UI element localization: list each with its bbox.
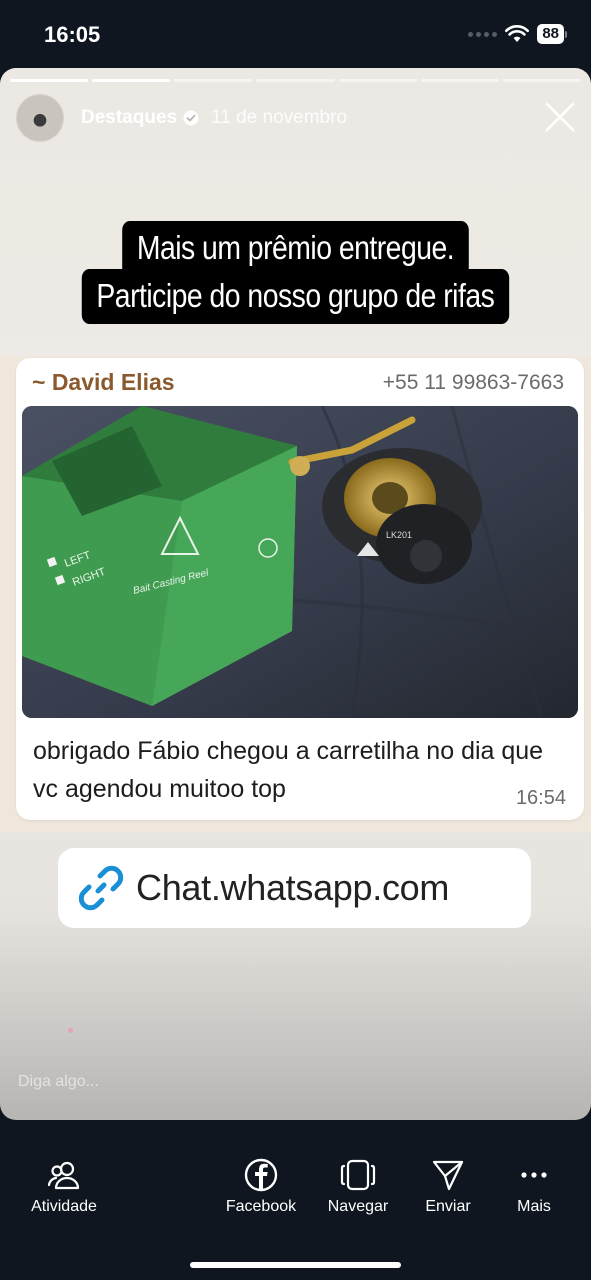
more-icon bbox=[521, 1172, 547, 1178]
close-icon[interactable] bbox=[543, 100, 577, 134]
progress-segment bbox=[174, 79, 253, 82]
status-icons: 88 bbox=[468, 24, 567, 44]
avatar[interactable] bbox=[16, 94, 64, 142]
progress-segment bbox=[92, 79, 171, 82]
facebook-icon bbox=[244, 1158, 278, 1192]
sender-name: ~ David Elias bbox=[32, 369, 175, 395]
story-viewer[interactable]: Destaques 11 de novembro Mais um prêmio … bbox=[0, 68, 591, 1120]
people-icon bbox=[47, 1161, 80, 1190]
progress-segment bbox=[256, 79, 335, 82]
more-button[interactable]: Mais bbox=[510, 1158, 558, 1216]
caption-text: Participe do nosso grupo de rifas bbox=[81, 269, 510, 324]
battery-icon: 88 bbox=[537, 24, 567, 44]
caption-line-1: Mais um prêmio entregue. bbox=[0, 221, 591, 276]
status-bar: 16:05 88 bbox=[0, 0, 591, 68]
message-photo: LEFT RIGHT Bait Casting Reel LK201 bbox=[22, 406, 578, 718]
cellular-signal-icon bbox=[468, 31, 498, 37]
nav-label: Facebook bbox=[225, 1198, 297, 1215]
wifi-icon bbox=[505, 25, 530, 42]
navigate-icon bbox=[340, 1159, 376, 1191]
link-text[interactable]: Chat.whatsapp.com bbox=[136, 867, 449, 909]
reply-input[interactable]: Diga algo... bbox=[18, 1073, 99, 1091]
chat-message-bubble: ~ David Elias +55 11 99863-7663 LEFT RIG… bbox=[16, 358, 584, 820]
account-name[interactable]: Destaques bbox=[81, 107, 177, 129]
message-text: obrigado Fábio chegou a carretilha no di… bbox=[33, 737, 544, 803]
post-date: 11 de novembro bbox=[211, 107, 348, 128]
link-icon bbox=[78, 865, 124, 911]
activity-button[interactable]: Atividade bbox=[28, 1158, 100, 1216]
bottom-action-bar: Atividade Facebook Navegar Enviar Mais bbox=[0, 1120, 591, 1280]
story-progress-bar bbox=[10, 79, 581, 82]
decorative-dot bbox=[68, 1028, 73, 1033]
verified-badge-icon bbox=[183, 110, 199, 126]
sender-phone: +55 11 99863-7663 bbox=[382, 371, 564, 394]
status-time: 16:05 bbox=[44, 22, 101, 47]
send-icon bbox=[432, 1160, 464, 1191]
progress-segment bbox=[338, 79, 417, 82]
nav-label: Atividade bbox=[31, 1198, 97, 1215]
caption-line-2: Participe do nosso grupo de rifas bbox=[0, 269, 591, 324]
nav-label: Enviar bbox=[425, 1198, 471, 1215]
link-sticker[interactable]: Chat.whatsapp.com bbox=[58, 848, 531, 928]
story-header: Destaques 11 de novembro bbox=[16, 94, 348, 142]
message-timestamp: 16:54 bbox=[515, 787, 566, 809]
send-button[interactable]: Enviar bbox=[420, 1158, 476, 1216]
battery-level: 88 bbox=[537, 24, 564, 44]
progress-segment bbox=[10, 79, 89, 82]
home-indicator[interactable] bbox=[190, 1262, 401, 1268]
caption-text: Mais um prêmio entregue. bbox=[122, 221, 469, 276]
facebook-button[interactable]: Facebook bbox=[222, 1158, 300, 1216]
nav-label: Navegar bbox=[327, 1198, 389, 1215]
progress-segment bbox=[420, 79, 499, 82]
reel-model-text: LK201 bbox=[386, 530, 412, 540]
navigate-button[interactable]: Navegar bbox=[324, 1158, 392, 1216]
nav-label: Mais bbox=[517, 1198, 551, 1215]
progress-segment bbox=[502, 79, 581, 82]
